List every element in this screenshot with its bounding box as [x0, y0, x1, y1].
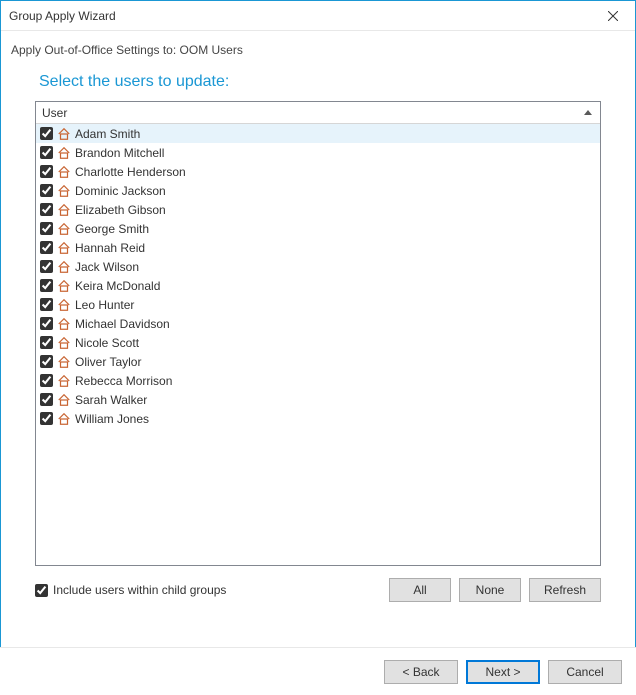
user-name: Adam Smith	[75, 127, 140, 141]
user-name: Sarah Walker	[75, 393, 147, 407]
column-header-label: User	[42, 106, 584, 120]
user-icon	[57, 412, 71, 426]
user-name: Oliver Taylor	[75, 355, 141, 369]
user-checkbox[interactable]	[40, 260, 53, 273]
user-name: Michael Davidson	[75, 317, 170, 331]
include-child-groups-checkbox[interactable]: Include users within child groups	[35, 583, 381, 597]
table-row[interactable]: William Jones	[36, 409, 600, 428]
user-icon	[57, 374, 71, 388]
below-list-bar: Include users within child groups All No…	[35, 578, 601, 602]
table-row[interactable]: Elizabeth Gibson	[36, 200, 600, 219]
user-icon	[57, 203, 71, 217]
user-name: Hannah Reid	[75, 241, 145, 255]
table-row[interactable]: Adam Smith	[36, 124, 600, 143]
user-checkbox[interactable]	[40, 298, 53, 311]
table-row[interactable]: Sarah Walker	[36, 390, 600, 409]
user-icon	[57, 279, 71, 293]
cancel-button[interactable]: Cancel	[548, 660, 622, 684]
user-icon	[57, 146, 71, 160]
user-icon	[57, 165, 71, 179]
list-body: Adam Smith Brandon Mitchell Charlotte He…	[36, 124, 600, 428]
user-name: Nicole Scott	[75, 336, 139, 350]
back-button[interactable]: < Back	[384, 660, 458, 684]
table-row[interactable]: Michael Davidson	[36, 314, 600, 333]
window-title: Group Apply Wizard	[9, 9, 590, 23]
user-checkbox[interactable]	[40, 165, 53, 178]
table-row[interactable]: Keira McDonald	[36, 276, 600, 295]
user-icon	[57, 355, 71, 369]
user-icon	[57, 298, 71, 312]
content: Select the users to update: User Adam Sm…	[1, 73, 635, 602]
next-button[interactable]: Next >	[466, 660, 540, 684]
user-checkbox[interactable]	[40, 203, 53, 216]
table-row[interactable]: Hannah Reid	[36, 238, 600, 257]
table-row[interactable]: Brandon Mitchell	[36, 143, 600, 162]
sort-ascending-icon	[584, 110, 592, 115]
user-checkbox[interactable]	[40, 127, 53, 140]
user-checkbox[interactable]	[40, 336, 53, 349]
subtitle: Apply Out-of-Office Settings to: OOM Use…	[1, 31, 635, 65]
table-row[interactable]: Rebecca Morrison	[36, 371, 600, 390]
user-icon	[57, 127, 71, 141]
table-row[interactable]: Charlotte Henderson	[36, 162, 600, 181]
user-name: Brandon Mitchell	[75, 146, 164, 160]
user-checkbox[interactable]	[40, 374, 53, 387]
user-name: Jack Wilson	[75, 260, 139, 274]
user-checkbox[interactable]	[40, 317, 53, 330]
table-row[interactable]: Leo Hunter	[36, 295, 600, 314]
user-icon	[57, 184, 71, 198]
none-button[interactable]: None	[459, 578, 521, 602]
user-name: George Smith	[75, 222, 149, 236]
table-row[interactable]: Jack Wilson	[36, 257, 600, 276]
user-icon	[57, 336, 71, 350]
user-checkbox[interactable]	[40, 355, 53, 368]
close-button[interactable]	[590, 1, 635, 31]
user-name: Dominic Jackson	[75, 184, 166, 198]
user-list: User Adam Smith Brandon Mitchell Charlot…	[35, 101, 601, 566]
user-icon	[57, 393, 71, 407]
table-row[interactable]: George Smith	[36, 219, 600, 238]
user-icon	[57, 260, 71, 274]
include-child-groups-label: Include users within child groups	[53, 583, 226, 597]
table-row[interactable]: Oliver Taylor	[36, 352, 600, 371]
table-row[interactable]: Dominic Jackson	[36, 181, 600, 200]
user-checkbox[interactable]	[40, 241, 53, 254]
user-checkbox[interactable]	[40, 412, 53, 425]
user-name: Leo Hunter	[75, 298, 134, 312]
column-header-user[interactable]: User	[36, 102, 600, 124]
user-checkbox[interactable]	[40, 222, 53, 235]
user-icon	[57, 241, 71, 255]
wizard-footer: < Back Next > Cancel	[0, 647, 636, 695]
include-child-groups-input[interactable]	[35, 584, 48, 597]
user-checkbox[interactable]	[40, 393, 53, 406]
user-checkbox[interactable]	[40, 279, 53, 292]
user-icon	[57, 222, 71, 236]
table-row[interactable]: Nicole Scott	[36, 333, 600, 352]
page-heading: Select the users to update:	[39, 73, 601, 91]
user-name: William Jones	[75, 412, 149, 426]
user-name: Keira McDonald	[75, 279, 160, 293]
user-name: Charlotte Henderson	[75, 165, 186, 179]
titlebar: Group Apply Wizard	[1, 1, 635, 31]
user-name: Rebecca Morrison	[75, 374, 172, 388]
refresh-button[interactable]: Refresh	[529, 578, 601, 602]
user-checkbox[interactable]	[40, 146, 53, 159]
user-name: Elizabeth Gibson	[75, 203, 166, 217]
all-button[interactable]: All	[389, 578, 451, 602]
close-icon	[608, 11, 618, 21]
user-icon	[57, 317, 71, 331]
user-checkbox[interactable]	[40, 184, 53, 197]
